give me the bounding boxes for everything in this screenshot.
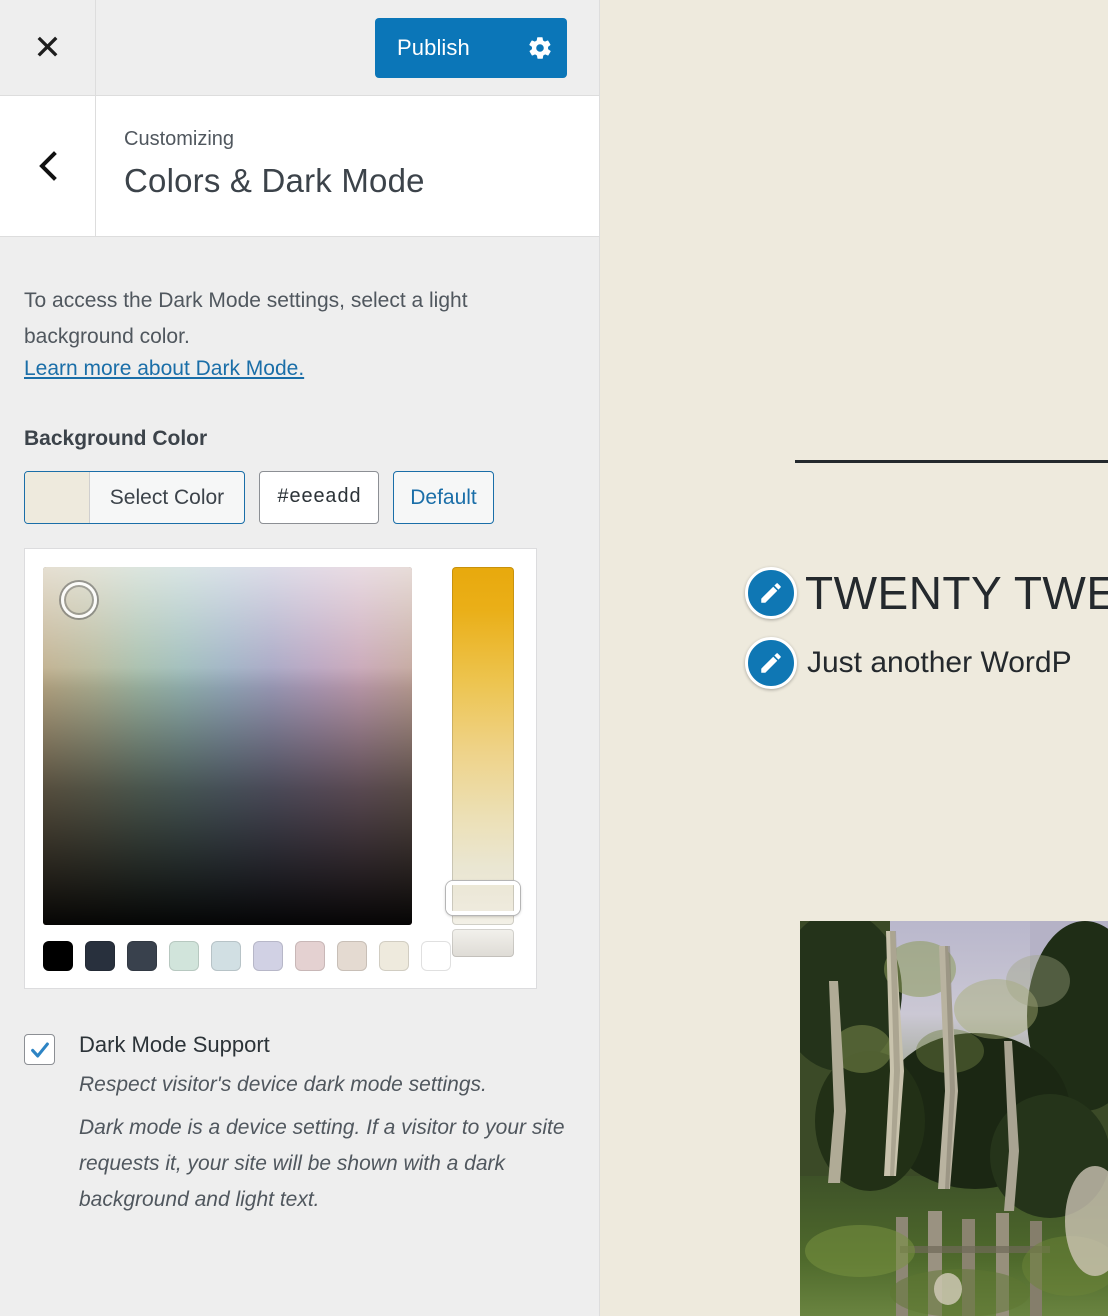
preview-site-title-row: TWENTY TWE xyxy=(745,566,1108,620)
preview-site-title: TWENTY TWE xyxy=(805,567,1108,619)
gear-icon[interactable] xyxy=(513,35,567,61)
pencil-edit-icon[interactable] xyxy=(745,637,797,689)
color-swatch[interactable] xyxy=(43,941,73,972)
color-swatch[interactable] xyxy=(85,941,115,972)
current-color-swatch xyxy=(25,472,90,524)
color-swatch[interactable] xyxy=(127,941,157,972)
publish-button[interactable]: Publish xyxy=(375,18,567,78)
publish-button-label: Publish xyxy=(397,35,470,60)
close-icon: ✕ xyxy=(33,28,62,67)
color-swatch[interactable] xyxy=(295,941,325,972)
close-customizer-button[interactable]: ✕ xyxy=(0,0,96,95)
background-color-label: Background Color xyxy=(24,427,208,451)
color-swatch[interactable] xyxy=(379,941,409,972)
dark-mode-support-row: Dark Mode Support Respect visitor's devi… xyxy=(24,1031,575,1217)
dark-mode-help-line-1: Respect visitor's device dark mode setti… xyxy=(79,1072,487,1096)
chevron-left-icon xyxy=(38,151,57,181)
preview-tagline: Just another WordP xyxy=(807,646,1072,679)
default-color-button[interactable]: Default xyxy=(393,471,494,525)
select-color-button[interactable]: Select Color xyxy=(24,471,245,525)
color-swatch[interactable] xyxy=(211,941,241,972)
pencil-edit-icon[interactable] xyxy=(745,567,797,619)
site-preview-pane: TWENTY TWE Just another WordP xyxy=(601,0,1108,1316)
panel-back-button[interactable] xyxy=(0,96,96,236)
hue-slider-handle[interactable] xyxy=(446,881,520,916)
customizing-label: Customizing xyxy=(124,128,235,150)
panel-header: Customizing Colors & Dark Mode xyxy=(0,96,599,237)
panel-description: To access the Dark Mode settings, select… xyxy=(24,289,468,349)
color-swatch[interactable] xyxy=(421,941,451,972)
hue-slider-foot xyxy=(452,929,514,958)
customizer-sidebar: ✕ Publish Customizing Colors & Dark Mode… xyxy=(0,0,600,1316)
checkmark-icon xyxy=(30,1042,49,1058)
color-swatch[interactable] xyxy=(169,941,199,972)
black-gradient-layer xyxy=(43,567,412,926)
saturation-value-square[interactable] xyxy=(43,567,412,926)
hex-color-input[interactable] xyxy=(259,471,379,525)
dark-mode-help-line-2: Dark mode is a device setting. If a visi… xyxy=(79,1116,565,1211)
color-picker-panel xyxy=(24,548,537,990)
customizer-screen: ✕ Publish Customizing Colors & Dark Mode… xyxy=(0,0,1108,1316)
color-control-row: Select Color Default xyxy=(24,471,575,525)
preview-header-rule xyxy=(795,460,1108,463)
dark-mode-support-checkbox[interactable] xyxy=(24,1034,55,1066)
hue-slider[interactable] xyxy=(446,567,520,958)
color-swatch[interactable] xyxy=(337,941,367,972)
panel-body: To access the Dark Mode settings, select… xyxy=(0,237,599,1217)
preview-tagline-row: Just another WordP xyxy=(745,637,1072,689)
learn-more-dark-mode-link[interactable]: Learn more about Dark Mode. xyxy=(24,357,304,381)
preview-featured-image xyxy=(800,921,1108,1316)
panel-title-block: Customizing Colors & Dark Mode xyxy=(96,96,425,236)
color-swatch[interactable] xyxy=(253,941,283,972)
dark-mode-support-label: Dark Mode Support xyxy=(79,1032,270,1058)
page-title: Colors & Dark Mode xyxy=(124,162,425,199)
saturation-cursor[interactable] xyxy=(61,582,97,619)
select-color-label: Select Color xyxy=(109,485,225,509)
customizer-topbar: ✕ Publish xyxy=(0,0,599,96)
